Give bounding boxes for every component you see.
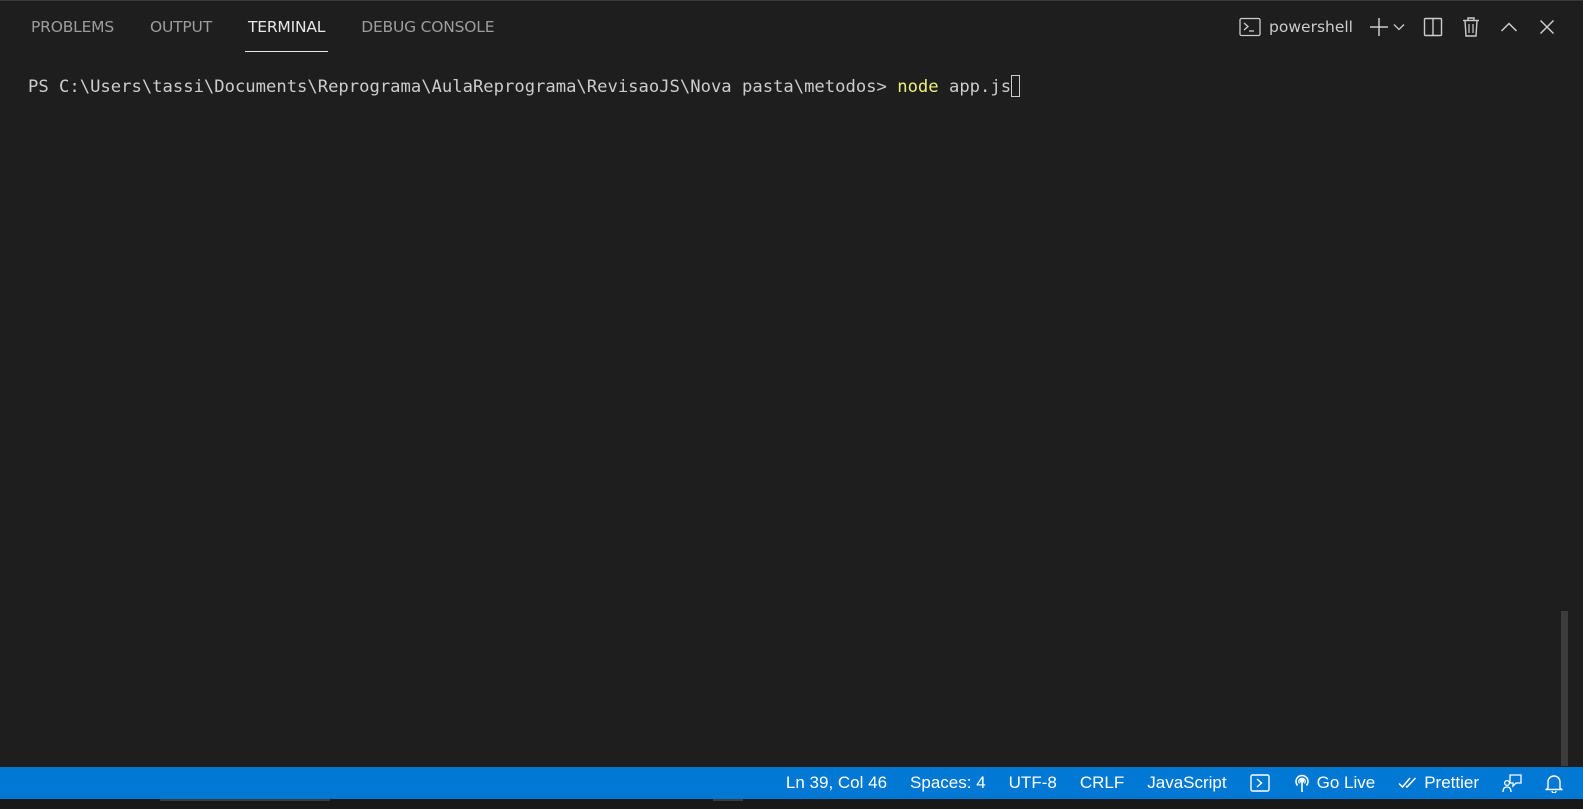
status-encoding[interactable]: UTF-8 xyxy=(1009,773,1057,793)
status-bar: Ln 39, Col 46 Spaces: 4 UTF-8 CRLF JavaS… xyxy=(0,767,1583,799)
terminal-scrollbar[interactable] xyxy=(1561,611,1568,766)
split-terminal-icon[interactable] xyxy=(1421,15,1445,39)
taskbar-segment xyxy=(160,799,330,801)
shell-selector[interactable]: powershell xyxy=(1239,17,1353,37)
feedback-icon xyxy=(1502,773,1522,793)
status-go-live[interactable]: Go Live xyxy=(1293,773,1376,793)
double-check-icon xyxy=(1398,776,1418,790)
tab-problems[interactable]: PROBLEMS xyxy=(31,1,114,53)
status-terminal-button[interactable] xyxy=(1249,774,1270,792)
broadcast-icon xyxy=(1293,773,1311,793)
chevron-down-icon[interactable] xyxy=(1391,15,1407,39)
terminal-icon xyxy=(1249,774,1270,792)
panel-actions: powershell xyxy=(1239,1,1559,53)
chevron-up-icon[interactable] xyxy=(1497,15,1521,39)
status-bar-right: Ln 39, Col 46 Spaces: 4 UTF-8 CRLF JavaS… xyxy=(763,767,1563,799)
trash-icon[interactable] xyxy=(1459,15,1483,39)
indentation-label: Spaces: 4 xyxy=(910,773,986,792)
status-indentation[interactable]: Spaces: 4 xyxy=(910,773,986,793)
panel-header: PROBLEMS OUTPUT TERMINAL DEBUG CONSOLE p… xyxy=(0,1,1583,53)
tab-terminal[interactable]: TERMINAL xyxy=(244,1,329,53)
terminal-output[interactable]: PS C:\Users\tassi\Documents\Reprograma\A… xyxy=(28,74,1558,100)
close-icon[interactable] xyxy=(1535,15,1559,39)
prettier-label: Prettier xyxy=(1424,773,1479,792)
line-ending-label: CRLF xyxy=(1079,773,1125,792)
terminal-prompt: PS C:\Users\tassi\Documents\Reprograma\A… xyxy=(28,77,898,97)
plus-icon[interactable] xyxy=(1367,15,1391,39)
status-cursor-position[interactable]: Ln 39, Col 46 xyxy=(786,773,887,793)
status-prettier[interactable]: Prettier xyxy=(1398,773,1479,793)
status-language-mode[interactable]: JavaScript xyxy=(1147,773,1226,793)
status-notifications[interactable] xyxy=(1545,773,1563,793)
go-live-label: Go Live xyxy=(1316,773,1376,792)
terminal-icon xyxy=(1239,17,1261,37)
encoding-label: UTF-8 xyxy=(1008,773,1057,792)
terminal-command: node xyxy=(897,77,939,97)
terminal-cursor xyxy=(1011,75,1021,97)
status-feedback[interactable] xyxy=(1502,773,1522,793)
tab-debug-console[interactable]: DEBUG CONSOLE xyxy=(361,1,494,53)
language-label: JavaScript xyxy=(1147,773,1227,792)
tab-output[interactable]: OUTPUT xyxy=(150,1,212,53)
status-line-ending[interactable]: CRLF xyxy=(1080,773,1124,793)
vscode-panel: PROBLEMS OUTPUT TERMINAL DEBUG CONSOLE p… xyxy=(0,0,1583,809)
taskbar-segment xyxy=(713,799,743,801)
panel-tabs: PROBLEMS OUTPUT TERMINAL DEBUG CONSOLE xyxy=(31,1,530,53)
bell-icon xyxy=(1545,773,1563,793)
new-terminal-group xyxy=(1367,15,1407,39)
cursor-position-label: Ln 39, Col 46 xyxy=(785,773,888,792)
terminal-args: app.js xyxy=(938,77,1012,97)
shell-name: powershell xyxy=(1269,18,1353,36)
